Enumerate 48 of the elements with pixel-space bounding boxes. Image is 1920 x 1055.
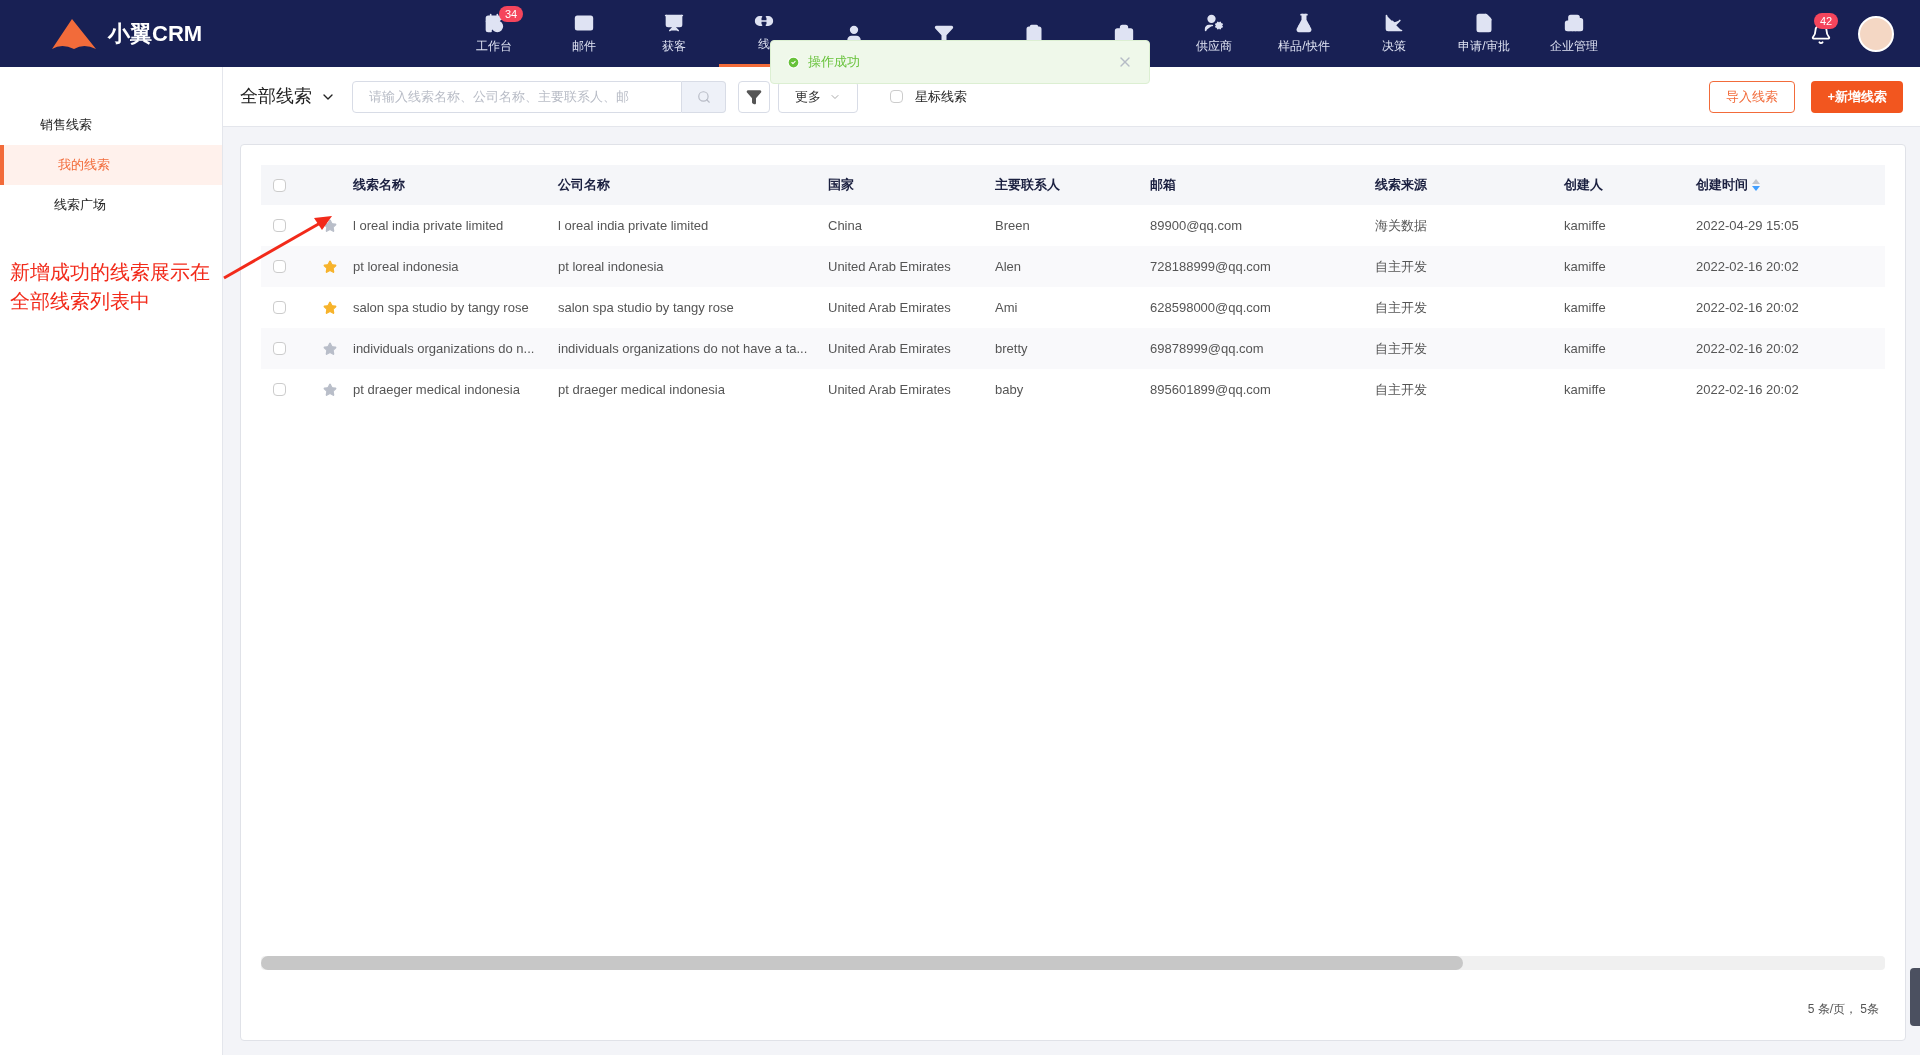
- annotation-text: 新增成功的线索展示在全部线索列表中: [10, 260, 211, 314]
- table-cell: 2022-02-16 20:02: [1696, 340, 1799, 356]
- checkbox-label: 星标线索: [915, 87, 967, 106]
- table-cell: Alen: [995, 258, 1022, 274]
- table-cell: United Arab Emirates: [828, 381, 951, 397]
- table-cell: 自主开发: [1375, 340, 1427, 356]
- count-badge: 42: [1814, 12, 1839, 29]
- table-cell: kamiffe: [1564, 381, 1606, 397]
- table-cell: 自主开发: [1375, 299, 1427, 315]
- table-cell: kamiffe: [1564, 340, 1606, 356]
- sidebar-title: 销售线索: [39, 116, 93, 134]
- table-cell: pt loreal indonesia: [558, 258, 664, 274]
- table-cell: individuals organizations do not have a ta...: [558, 340, 808, 356]
- pagination-info: 5 条/页， 5条: [1807, 1001, 1879, 1018]
- table-cell: l oreal india private limited: [353, 217, 504, 233]
- table-cell: l oreal india private limited: [558, 217, 709, 233]
- logo-text: 小翼CRM: [108, 20, 203, 48]
- table-cell: 2022-04-29 15:05: [1696, 217, 1799, 233]
- table-cell: 728188999@qq.com: [1150, 258, 1271, 274]
- table-cell: salon spa studio by tangy rose: [558, 299, 734, 315]
- toast-message: 操作成功: [808, 53, 860, 72]
- table-cell: baby: [995, 381, 1024, 397]
- table-cell: 89900@qq.com: [1150, 217, 1242, 233]
- table-cell: 69878999@qq.com: [1150, 340, 1264, 356]
- table-cell: China: [828, 217, 862, 233]
- table-cell: kamiffe: [1564, 258, 1606, 274]
- table-cell: 895601899@qq.com: [1150, 381, 1271, 397]
- table-cell: United Arab Emirates: [828, 258, 951, 274]
- table-cell: pt loreal indonesia: [353, 258, 459, 274]
- table-cell: United Arab Emirates: [828, 340, 951, 356]
- table-cell: 海关数据: [1375, 217, 1427, 233]
- table-cell: bretty: [995, 340, 1028, 356]
- table-cell: 自主开发: [1375, 381, 1427, 397]
- table-cell: pt draeger medical indonesia: [558, 381, 725, 397]
- table-cell: Ami: [995, 299, 1018, 315]
- table-cell: 2022-02-16 20:02: [1696, 299, 1799, 315]
- table-cell: individuals organizations do n...: [353, 340, 535, 356]
- table-cell: kamiffe: [1564, 217, 1606, 233]
- table-cell: 2022-02-16 20:02: [1696, 381, 1799, 397]
- count-badge: 34: [499, 6, 524, 22]
- table-cell: salon spa studio by tangy rose: [353, 299, 529, 315]
- table-cell: 自主开发: [1375, 258, 1427, 274]
- table-cell: 628598000@qq.com: [1150, 299, 1271, 315]
- table-cell: United Arab Emirates: [828, 299, 951, 315]
- table-cell: Breen: [995, 217, 1030, 233]
- table-cell: 2022-02-16 20:02: [1696, 258, 1799, 274]
- table-cell: kamiffe: [1564, 299, 1606, 315]
- table-cell: pt draeger medical indonesia: [353, 381, 520, 397]
